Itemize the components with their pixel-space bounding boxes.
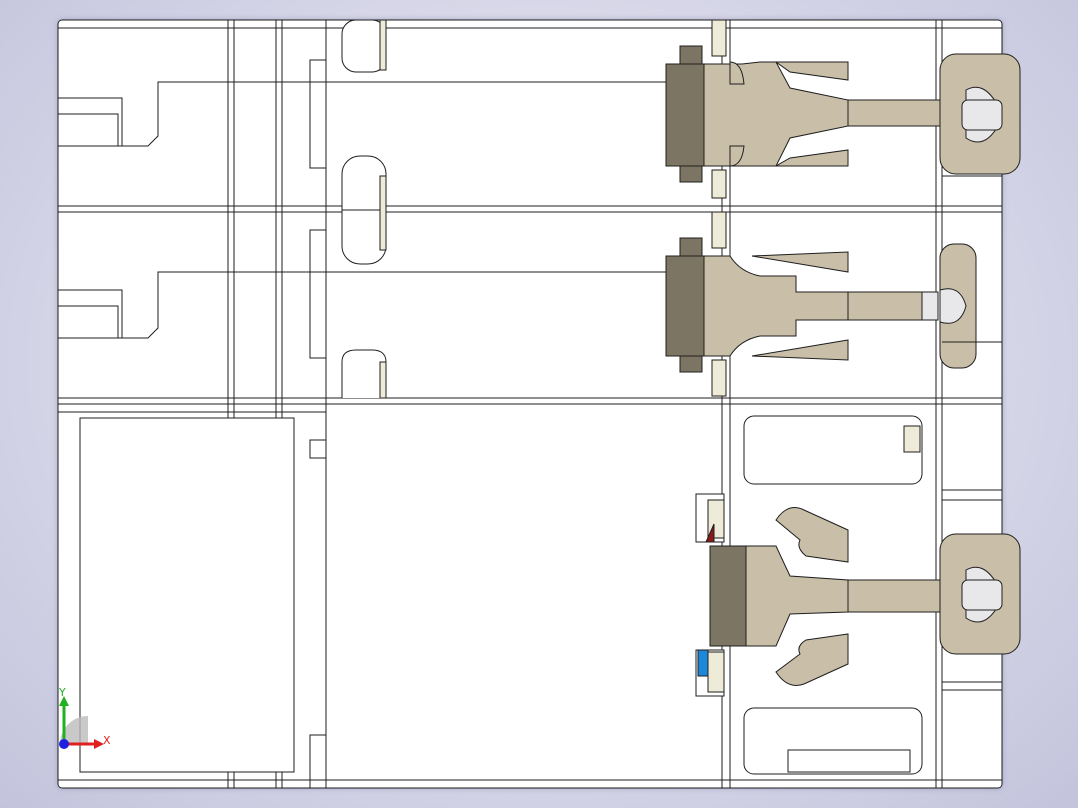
terminal-label-plate xyxy=(787,749,911,773)
inner-panel xyxy=(79,417,295,773)
slot-strip xyxy=(379,361,387,399)
model-body xyxy=(57,19,1021,789)
triad-z-axis xyxy=(59,739,69,749)
window-slot xyxy=(341,19,387,73)
cad-viewport[interactable]: X Y xyxy=(0,0,1078,808)
triad-y-label: Y xyxy=(58,686,66,699)
triad-x-label: X xyxy=(103,734,111,747)
cad-model-view[interactable]: X Y xyxy=(0,0,1078,808)
terminal-tab xyxy=(903,425,921,453)
slot-strip xyxy=(379,19,387,71)
slot-strip xyxy=(379,175,387,251)
terminal-window xyxy=(743,415,923,485)
window-slot xyxy=(341,349,387,398)
